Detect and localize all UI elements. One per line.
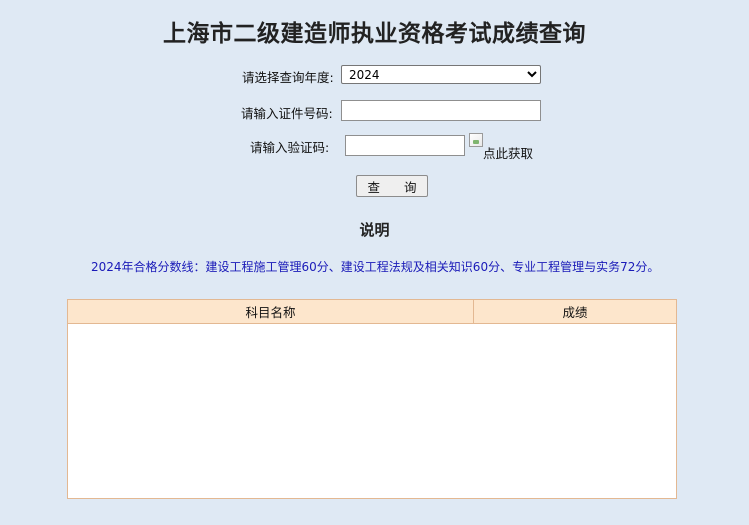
broken-image-icon — [469, 133, 483, 147]
notes-heading: 说明 — [359, 221, 390, 239]
query-button[interactable]: 查 询 — [356, 175, 428, 197]
results-table-header: 科目名称 成绩 — [68, 300, 676, 324]
passing-score-notice: 2024年合格分数线：建设工程施工管理60分、建设工程法规及相关知识60分、专业… — [91, 260, 660, 274]
results-table: 科目名称 成绩 — [67, 299, 677, 499]
page-title: 上海市二级建造师执业资格考试成绩查询 — [163, 20, 586, 47]
year-select[interactable]: 2024 — [341, 65, 541, 84]
column-header-score: 成绩 — [562, 305, 588, 320]
column-header-subject: 科目名称 — [68, 300, 474, 323]
year-label: 请选择查询年度: — [242, 70, 334, 85]
id-number-label: 请输入证件号码: — [241, 106, 333, 121]
id-number-input[interactable] — [341, 100, 541, 121]
captcha-input[interactable] — [345, 135, 465, 156]
captcha-label: 请输入验证码: — [250, 140, 330, 155]
captcha-image-alt-text[interactable]: 点此获取 — [483, 143, 533, 162]
captcha-image[interactable]: 点此获取 — [469, 133, 535, 162]
